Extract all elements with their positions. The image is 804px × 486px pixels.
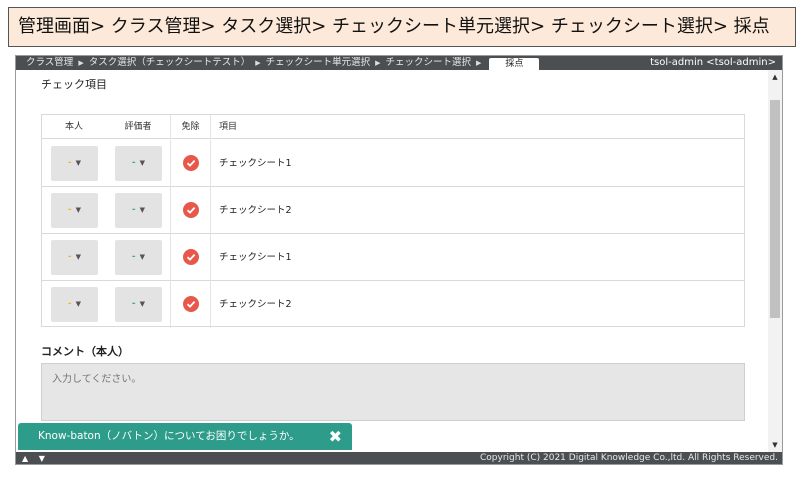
user-label[interactable]: tsol-admin <tsol-admin>: [650, 56, 776, 70]
header-evaluator: 評価者: [124, 122, 152, 132]
help-toast[interactable]: Know-baton（ノバトン）についてお困りでしょうか。 ✖: [18, 423, 352, 450]
scroll-down-icon[interactable]: ▼: [768, 438, 782, 452]
evaluator-score-dropdown[interactable]: - ▼: [115, 287, 162, 322]
evaluator-score-dropdown[interactable]: - ▼: [115, 146, 162, 181]
check-circle-icon[interactable]: [183, 296, 199, 312]
self-score-dropdown[interactable]: - ▼: [51, 146, 98, 181]
caret-down-icon: ▼: [75, 206, 82, 214]
scroll-up-icon[interactable]: ▲: [768, 70, 782, 84]
chevron-right-icon: ▶: [78, 59, 84, 67]
header-exempt: 免除: [170, 115, 210, 139]
caret-down-icon: ▼: [139, 253, 146, 261]
copyright-text: Copyright (C) 2021 Digital Knowledge Co.…: [480, 453, 778, 463]
check-circle-icon[interactable]: [183, 202, 199, 218]
caret-down-icon: ▼: [139, 300, 146, 308]
main-content: チェック項目 本人 評価者 免除 項目 - ▼ - ▼ チェックシート1 - ▼ - ▼: [16, 70, 768, 452]
page-title: 管理画面> クラス管理> タスク選択> チェックシート単元選択> チェックシート…: [18, 16, 770, 37]
table-row: - ▼ - ▼ チェックシート1: [42, 234, 744, 281]
evaluator-score-dropdown[interactable]: - ▼: [115, 240, 162, 275]
check-items-table: 本人 評価者 免除 項目 - ▼ - ▼ チェックシート1 - ▼ - ▼ チェックシー: [41, 114, 745, 328]
self-score-dropdown[interactable]: - ▼: [51, 240, 98, 275]
breadcrumb: クラス管理 ▶ タスク選択（チェックシートテスト） ▶ チェックシート単元選択 …: [26, 56, 540, 70]
page-scroll-arrows-icon[interactable]: ▲ ▼: [22, 452, 49, 464]
caret-down-icon: ▼: [75, 159, 82, 167]
check-circle-icon[interactable]: [183, 249, 199, 265]
close-icon[interactable]: ✖: [329, 423, 342, 450]
check-items-heading: チェック項目: [41, 78, 107, 91]
self-score-dropdown[interactable]: - ▼: [51, 193, 98, 228]
item-label: チェックシート2: [210, 281, 744, 328]
comment-heading: コメント（本人）: [41, 345, 129, 358]
top-navigation-bar: クラス管理 ▶ タスク選択（チェックシートテスト） ▶ チェックシート単元選択 …: [16, 56, 782, 70]
comment-textarea[interactable]: [41, 363, 745, 421]
breadcrumb-unit-select[interactable]: チェックシート単元選択: [266, 56, 371, 70]
scroll-thumb[interactable]: [770, 100, 780, 318]
chevron-right-icon: ▶: [375, 59, 381, 67]
breadcrumb-current: 採点: [489, 58, 540, 70]
check-circle-icon[interactable]: [183, 155, 199, 171]
item-label: チェックシート2: [210, 187, 744, 234]
help-toast-text[interactable]: Know-baton（ノバトン）についてお困りでしょうか。: [38, 430, 300, 442]
exempt-cell: [170, 281, 210, 328]
item-label: チェックシート1: [210, 234, 744, 281]
table-row: - ▼ - ▼ チェックシート1: [42, 140, 744, 187]
evaluator-score-dropdown[interactable]: - ▼: [115, 193, 162, 228]
table-row: - ▼ - ▼ チェックシート2: [42, 187, 744, 234]
breadcrumb-task-select[interactable]: タスク選択（チェックシートテスト）: [89, 56, 251, 70]
app-window: クラス管理 ▶ タスク選択（チェックシートテスト） ▶ チェックシート単元選択 …: [15, 55, 783, 465]
caret-down-icon: ▼: [75, 253, 82, 261]
header-item: 項目: [210, 115, 744, 139]
table-row: - ▼ - ▼ チェックシート2: [42, 281, 744, 328]
footer-bar: ▲ ▼ Copyright (C) 2021 Digital Knowledge…: [16, 452, 782, 464]
breadcrumb-class-management[interactable]: クラス管理: [26, 56, 73, 70]
caret-down-icon: ▼: [139, 159, 146, 167]
exempt-cell: [170, 234, 210, 281]
header-self: 本人: [64, 122, 83, 132]
exempt-cell: [170, 140, 210, 187]
caret-down-icon: ▼: [75, 300, 82, 308]
chevron-right-icon: ▶: [255, 59, 261, 67]
table-header: 本人 評価者 免除 項目: [42, 115, 744, 139]
item-label: チェックシート1: [210, 140, 744, 187]
caret-down-icon: ▼: [139, 206, 146, 214]
exempt-cell: [170, 187, 210, 234]
page-title-banner: 管理画面> クラス管理> タスク選択> チェックシート単元選択> チェックシート…: [8, 7, 796, 47]
chevron-right-icon: ▶: [476, 59, 482, 67]
self-score-dropdown[interactable]: - ▼: [51, 287, 98, 322]
breadcrumb-sheet-select[interactable]: チェックシート選択: [386, 56, 472, 70]
vertical-scrollbar[interactable]: ▲ ▼: [768, 70, 782, 452]
